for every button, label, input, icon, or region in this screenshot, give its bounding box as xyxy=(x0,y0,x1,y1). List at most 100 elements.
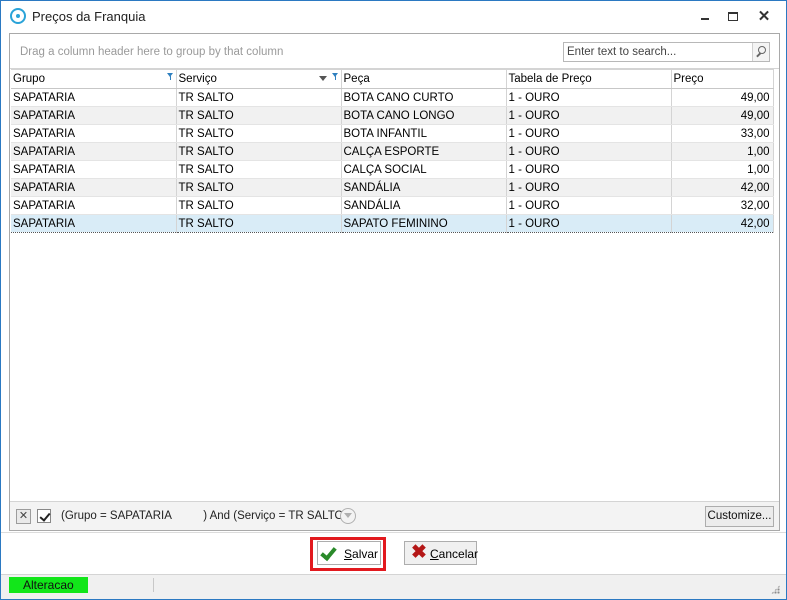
cell-peca[interactable]: CALÇA ESPORTE xyxy=(341,142,507,161)
column-header-preco[interactable]: Preço xyxy=(671,69,774,89)
cell-grupo[interactable]: SAPATARIA xyxy=(11,178,177,197)
cell-peca[interactable]: BOTA CANO CURTO xyxy=(341,88,507,107)
cell-grupo[interactable]: SAPATARIA xyxy=(11,214,177,233)
cell-tabela[interactable]: 1 - OURO xyxy=(506,178,672,197)
cell-peca[interactable]: BOTA CANO LONGO xyxy=(341,106,507,125)
cell-tabela[interactable]: 1 - OURO xyxy=(506,88,672,107)
title-bar: Preços da Franquia ✕ xyxy=(1,1,786,32)
close-icon: ✕ xyxy=(757,8,771,25)
cell-preco[interactable]: 32,00 xyxy=(671,196,774,215)
search-box xyxy=(563,42,770,62)
maximize-button[interactable] xyxy=(720,5,746,27)
table-row[interactable]: SAPATARIA TR SALTO SANDÁLIA 1 - OURO 42,00 xyxy=(11,178,774,197)
cell-peca[interactable]: SANDÁLIA xyxy=(341,178,507,197)
data-table: Grupo Serviço Peça Tabela de Preço Preço… xyxy=(11,69,774,233)
cell-peca[interactable]: CALÇA SOCIAL xyxy=(341,160,507,179)
cell-servico[interactable]: TR SALTO xyxy=(176,196,342,215)
table-row[interactable]: SAPATARIA TR SALTO BOTA CANO LONGO 1 - OURO… xyxy=(11,106,774,125)
cell-servico[interactable]: TR SALTO xyxy=(176,106,342,125)
filter-editor-icon[interactable] xyxy=(340,508,356,524)
filter-expression[interactable]: (Grupo = SAPATARIA ) And (Serviço = TR S… xyxy=(61,510,347,522)
save-label: Salvar xyxy=(344,547,378,561)
cell-grupo[interactable]: SAPATARIA xyxy=(11,88,177,107)
cancel-button[interactable]: ✖ Cancelar xyxy=(404,541,478,565)
status-mode-label: Alteracao xyxy=(9,577,88,593)
search-input[interactable] xyxy=(564,43,752,61)
app-icon xyxy=(10,8,26,24)
cell-peca[interactable]: BOTA INFANTIL xyxy=(341,124,507,143)
column-header-label: Grupo xyxy=(13,73,45,85)
maximize-icon xyxy=(728,11,738,21)
prices-grid: Drag a column header here to group by th… xyxy=(9,33,780,531)
group-panel[interactable]: Drag a column header here to group by th… xyxy=(10,34,779,69)
cell-tabela[interactable]: 1 - OURO xyxy=(506,160,672,179)
cell-tabela[interactable]: 1 - OURO xyxy=(506,106,672,125)
customize-button[interactable]: Customize... xyxy=(705,506,774,527)
cell-preco[interactable]: 42,00 xyxy=(671,214,774,233)
table-row[interactable]: SAPATARIA TR SALTO SAPATO FEMININO 1 - OURO… xyxy=(11,214,774,233)
minimize-button[interactable] xyxy=(692,5,718,27)
footer-actions: Salvar ✖ Cancelar xyxy=(1,532,786,574)
filter-icon[interactable] xyxy=(166,73,174,80)
save-button[interactable]: Salvar xyxy=(317,541,381,565)
cell-preco[interactable]: 42,00 xyxy=(671,178,774,197)
cell-grupo[interactable]: SAPATARIA xyxy=(11,196,177,215)
table-row[interactable]: SAPATARIA TR SALTO CALÇA SOCIAL 1 - OURO 1,0… xyxy=(11,160,774,179)
table-row[interactable]: SAPATARIA TR SALTO BOTA CANO CURTO 1 - OURO… xyxy=(11,88,774,107)
cell-servico[interactable]: TR SALTO xyxy=(176,142,342,161)
cell-tabela[interactable]: 1 - OURO xyxy=(506,142,672,161)
save-label-rest: alvar xyxy=(352,547,379,561)
status-bar: Alteracao xyxy=(1,574,786,599)
column-header-label: Preço xyxy=(673,73,704,85)
window-title: Preços da Franquia xyxy=(32,9,146,24)
table-body: SAPATARIA TR SALTO BOTA CANO CURTO 1 - OURO… xyxy=(11,88,774,233)
column-header-grupo[interactable]: Grupo xyxy=(11,69,177,89)
table-row[interactable]: SAPATARIA TR SALTO SANDÁLIA 1 - OURO 32,00 xyxy=(11,196,774,215)
cell-tabela[interactable]: 1 - OURO xyxy=(506,124,672,143)
cell-grupo[interactable]: SAPATARIA xyxy=(11,124,177,143)
column-header-label: Tabela de Preço xyxy=(508,73,592,85)
cell-peca[interactable]: SAPATO FEMININO xyxy=(341,214,507,233)
search-button[interactable] xyxy=(752,43,769,61)
minimize-icon xyxy=(701,18,709,20)
group-hint: Drag a column header here to group by th… xyxy=(20,46,284,58)
cell-grupo[interactable]: SAPATARIA xyxy=(11,142,177,161)
sort-descending-icon xyxy=(318,76,327,81)
franchise-prices-window: Preços da Franquia ✕ Drag a column heade… xyxy=(0,0,787,600)
cell-servico[interactable]: TR SALTO xyxy=(176,124,342,143)
cell-tabela[interactable]: 1 - OURO xyxy=(506,196,672,215)
cell-preco[interactable]: 1,00 xyxy=(671,160,774,179)
resize-grip-icon[interactable] xyxy=(771,585,780,594)
cell-preco[interactable]: 49,00 xyxy=(671,106,774,125)
cell-servico[interactable]: TR SALTO xyxy=(176,160,342,179)
cell-servico[interactable]: TR SALTO xyxy=(176,178,342,197)
column-header-label: Peça xyxy=(343,73,370,85)
cell-preco[interactable]: 1,00 xyxy=(671,142,774,161)
column-header-label: Serviço xyxy=(178,73,217,85)
cell-grupo[interactable]: SAPATARIA xyxy=(11,106,177,125)
close-button[interactable]: ✕ xyxy=(751,5,777,27)
check-icon xyxy=(320,543,337,562)
close-icon: ✕ xyxy=(18,510,29,522)
table-row[interactable]: SAPATARIA TR SALTO CALÇA ESPORTE 1 - OURO 1,… xyxy=(11,142,774,161)
cell-servico[interactable]: TR SALTO xyxy=(176,88,342,107)
column-header-servico[interactable]: Serviço xyxy=(176,69,342,89)
column-header-tabela[interactable]: Tabela de Preço xyxy=(506,69,672,89)
clear-filter-button[interactable]: ✕ xyxy=(16,509,31,524)
cell-grupo[interactable]: SAPATARIA xyxy=(11,160,177,179)
cell-tabela[interactable]: 1 - OURO xyxy=(506,214,672,233)
cell-servico[interactable]: TR SALTO xyxy=(176,214,342,233)
cancel-label: Cancelar xyxy=(430,547,478,561)
cell-preco[interactable]: 49,00 xyxy=(671,88,774,107)
cell-peca[interactable]: SANDÁLIA xyxy=(341,196,507,215)
header-row: Grupo Serviço Peça Tabela de Preço Preço xyxy=(11,69,774,89)
cancel-x-icon: ✖ xyxy=(411,542,427,563)
save-label-accel: S xyxy=(344,547,353,561)
filter-icon[interactable] xyxy=(331,73,339,80)
cell-preco[interactable]: 33,00 xyxy=(671,124,774,143)
search-icon-handle xyxy=(756,52,761,58)
column-header-peca[interactable]: Peça xyxy=(341,69,507,89)
cancel-label-rest: ancelar xyxy=(438,547,479,561)
table-row[interactable]: SAPATARIA TR SALTO BOTA INFANTIL 1 - OURO 33… xyxy=(11,124,774,143)
filter-enabled-checkbox[interactable] xyxy=(37,509,51,523)
